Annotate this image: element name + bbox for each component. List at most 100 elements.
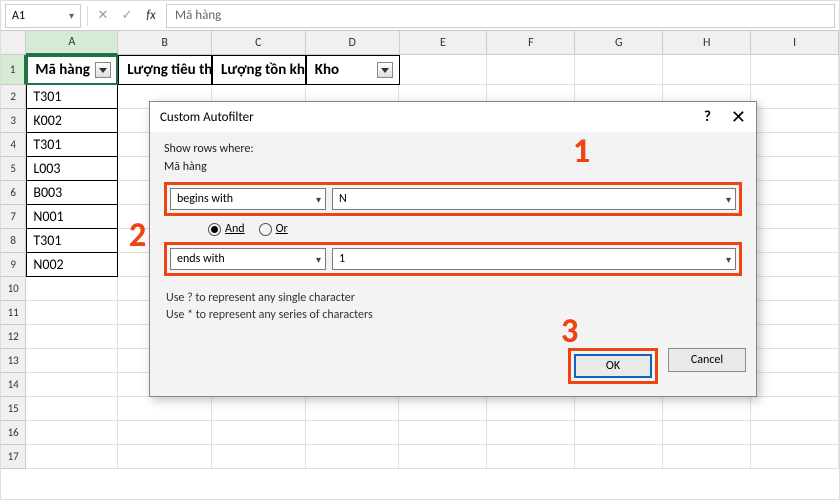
select-all-corner[interactable] xyxy=(1,31,26,55)
col-head-D[interactable]: D xyxy=(306,31,400,55)
cell[interactable] xyxy=(118,397,212,421)
cell-A6[interactable]: B003 xyxy=(26,181,118,205)
row-head-11[interactable]: 11 xyxy=(1,301,26,325)
row-head-15[interactable]: 15 xyxy=(1,397,26,421)
cell[interactable] xyxy=(575,55,663,85)
cell[interactable] xyxy=(663,397,751,421)
cell[interactable] xyxy=(751,445,839,469)
cell[interactable] xyxy=(751,205,839,229)
cell[interactable] xyxy=(751,301,839,325)
col-head-A[interactable]: A xyxy=(26,31,118,55)
cell[interactable] xyxy=(26,445,118,469)
name-box[interactable]: A1 ▾ xyxy=(5,4,81,28)
cell[interactable] xyxy=(26,325,118,349)
cell[interactable] xyxy=(663,421,751,445)
row-head-7[interactable]: 7 xyxy=(1,205,26,229)
cell[interactable] xyxy=(306,421,400,445)
help-button[interactable]: ? xyxy=(704,108,711,126)
cell[interactable] xyxy=(306,397,400,421)
cell[interactable] xyxy=(26,373,118,397)
cell[interactable] xyxy=(26,397,118,421)
row-head-1[interactable]: 1 xyxy=(1,55,26,85)
cell[interactable] xyxy=(663,445,751,469)
cell[interactable] xyxy=(751,181,839,205)
cell[interactable] xyxy=(212,397,306,421)
cell[interactable] xyxy=(212,445,306,469)
col-head-E[interactable]: E xyxy=(400,31,488,55)
formula-input[interactable]: Mã hàng xyxy=(166,4,835,28)
cell[interactable] xyxy=(399,421,487,445)
row-head-13[interactable]: 13 xyxy=(1,349,26,373)
cell-A4[interactable]: T301 xyxy=(26,133,118,157)
enter-formula-icon[interactable]: ✓ xyxy=(118,7,136,25)
row-head-3[interactable]: 3 xyxy=(1,109,26,133)
cell[interactable] xyxy=(487,445,575,469)
col-head-H[interactable]: H xyxy=(663,31,751,55)
cell-A2[interactable]: T301 xyxy=(26,85,118,109)
filter-button[interactable] xyxy=(95,62,111,78)
cell[interactable] xyxy=(487,397,575,421)
cell[interactable] xyxy=(400,55,488,85)
filter-button[interactable] xyxy=(377,62,393,78)
and-radio[interactable]: And xyxy=(208,222,245,236)
cell[interactable] xyxy=(399,397,487,421)
fx-icon[interactable]: fx xyxy=(142,8,160,23)
cell[interactable] xyxy=(306,445,400,469)
condition-1-value[interactable]: N ▾ xyxy=(332,188,736,210)
cell-A3[interactable]: K002 xyxy=(26,109,118,133)
row-head-17[interactable]: 17 xyxy=(1,445,26,469)
cell[interactable] xyxy=(26,301,118,325)
col-head-B[interactable]: B xyxy=(118,31,212,55)
cell[interactable] xyxy=(26,277,118,301)
cell[interactable] xyxy=(575,445,663,469)
cell[interactable] xyxy=(751,349,839,373)
condition-2-operator[interactable]: ends with ▾ xyxy=(170,248,326,270)
ok-button[interactable]: OK xyxy=(574,354,652,378)
close-button[interactable]: ✕ xyxy=(731,108,746,126)
cell[interactable] xyxy=(751,229,839,253)
col-head-G[interactable]: G xyxy=(575,31,663,55)
cell-A7[interactable]: N001 xyxy=(26,205,118,229)
condition-2-value[interactable]: 1 ▾ xyxy=(332,248,736,270)
cell[interactable] xyxy=(751,55,839,85)
row-head-12[interactable]: 12 xyxy=(1,325,26,349)
cell[interactable] xyxy=(751,253,839,277)
cell[interactable] xyxy=(487,55,575,85)
cell-B1[interactable]: Lượng tiêu thụ xyxy=(118,55,212,85)
cell[interactable] xyxy=(751,325,839,349)
cell-A5[interactable]: L003 xyxy=(26,157,118,181)
cell-A1[interactable]: Mã hàng xyxy=(26,55,118,85)
row-head-4[interactable]: 4 xyxy=(1,133,26,157)
cell[interactable] xyxy=(118,421,212,445)
cell[interactable] xyxy=(26,421,118,445)
cell-C1[interactable]: Lượng tồn kho xyxy=(212,55,306,85)
row-head-6[interactable]: 6 xyxy=(1,181,26,205)
cell[interactable] xyxy=(399,445,487,469)
col-head-F[interactable]: F xyxy=(487,31,575,55)
row-head-14[interactable]: 14 xyxy=(1,373,26,397)
cell[interactable] xyxy=(751,421,839,445)
cell[interactable] xyxy=(751,373,839,397)
cell[interactable] xyxy=(487,421,575,445)
col-head-C[interactable]: C xyxy=(212,31,306,55)
cell[interactable] xyxy=(751,157,839,181)
cell[interactable] xyxy=(751,85,839,109)
row-head-8[interactable]: 8 xyxy=(1,229,26,253)
cell[interactable] xyxy=(751,109,839,133)
cell-A8[interactable]: T301 xyxy=(26,229,118,253)
cell[interactable] xyxy=(751,277,839,301)
cell[interactable] xyxy=(751,397,839,421)
row-head-9[interactable]: 9 xyxy=(1,253,26,277)
row-head-16[interactable]: 16 xyxy=(1,421,26,445)
cell[interactable] xyxy=(751,133,839,157)
cell[interactable] xyxy=(575,421,663,445)
cell[interactable] xyxy=(663,55,751,85)
or-radio[interactable]: Or xyxy=(259,222,288,236)
row-head-2[interactable]: 2 xyxy=(1,85,26,109)
cell-A9[interactable]: N002 xyxy=(26,253,118,277)
cell[interactable] xyxy=(212,421,306,445)
cell[interactable] xyxy=(575,397,663,421)
cell-D1[interactable]: Kho xyxy=(306,55,400,85)
cancel-formula-icon[interactable]: ✕ xyxy=(94,7,112,25)
cell[interactable] xyxy=(118,445,212,469)
